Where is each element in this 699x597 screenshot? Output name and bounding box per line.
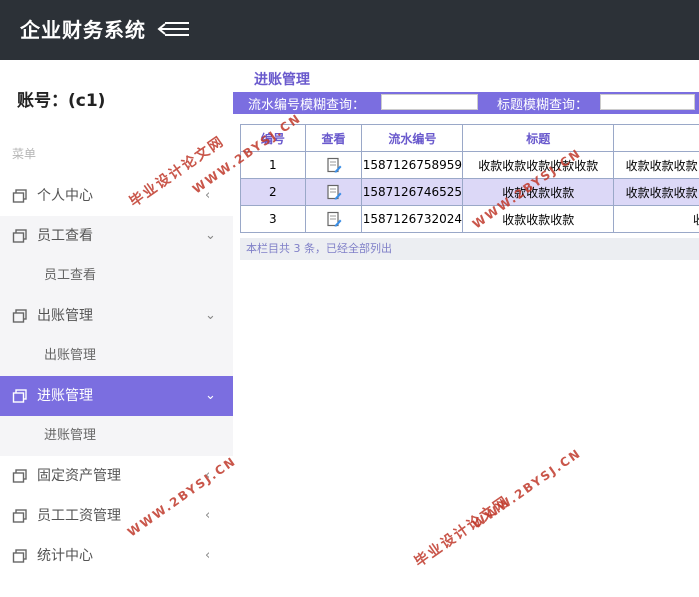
window-icon — [12, 189, 27, 203]
view-cell — [304, 178, 363, 206]
account-label: 账号：(c1) — [17, 91, 106, 111]
table-row[interactable]: 2 1587126746525 收款收款收款 收款收款收款 — [240, 178, 699, 206]
column-header: 查看 — [304, 124, 363, 152]
window-icon — [12, 509, 27, 523]
window-icon — [12, 469, 27, 483]
chevron-down-icon: ⌄ — [205, 388, 216, 403]
column-header: 标题 — [462, 124, 615, 152]
menu-heading: 菜单 — [12, 147, 37, 161]
search-bar: 流水编号模糊查询： 标题模糊查询： — [233, 92, 699, 114]
app-title: 企业财务系统 — [20, 18, 146, 42]
serial-search-input[interactable] — [381, 94, 478, 110]
table-header-row: 编号 查看 流水编号 标题 — [240, 124, 699, 152]
menu-toggle-icon[interactable] — [157, 18, 191, 40]
chevron-left-icon: ‹ — [205, 508, 211, 523]
row-number: 2 — [240, 178, 306, 206]
extra-cell: 收 — [613, 205, 699, 233]
window-icon — [12, 229, 27, 243]
window-icon — [12, 549, 27, 563]
chevron-left-icon: ‹ — [205, 548, 211, 563]
sidebar-item-statistics[interactable]: 统计中心 ‹ — [0, 536, 233, 576]
sidebar-item-label: 固定资产管理 — [37, 468, 121, 484]
top-bar: 企业财务系统 — [0, 0, 699, 60]
column-header — [613, 124, 699, 152]
edit-document-icon[interactable] — [326, 211, 342, 227]
sidebar-subitem-incoming[interactable]: 进账管理 — [0, 416, 233, 456]
sidebar-subitem-label: 进账管理 — [44, 428, 97, 443]
sidebar-subitem-label: 出账管理 — [44, 348, 97, 363]
title-search-input[interactable] — [600, 94, 695, 110]
sidebar-item-label: 出账管理 — [37, 308, 93, 324]
extra-cell: 收款收款收款 — [613, 178, 699, 206]
sidebar-item-employee-view[interactable]: 员工查看 ⌄ — [0, 216, 233, 256]
table-row[interactable]: 1 1587126758959 收款收款收款收款收款 收款收款收款 — [240, 151, 699, 179]
view-cell — [304, 205, 363, 233]
sidebar-item-label: 进账管理 — [37, 388, 93, 404]
sidebar-item-label: 个人中心 — [37, 188, 93, 204]
column-header: 流水编号 — [361, 124, 464, 152]
serial-cell: 1587126758959 — [361, 151, 464, 179]
title-search-label: 标题模糊查询： — [497, 98, 589, 113]
sidebar-subitem-employee-view[interactable]: 员工查看 — [0, 256, 233, 296]
sidebar-item-label: 统计中心 — [37, 548, 93, 564]
serial-search-label: 流水编号模糊查询： — [248, 98, 366, 113]
chevron-down-icon: ⌄ — [205, 228, 216, 243]
serial-cell: 1587126732024 — [361, 205, 464, 233]
sidebar-item-label: 员工查看 — [37, 228, 93, 244]
window-icon — [12, 389, 27, 403]
sidebar-item-outgoing[interactable]: 出账管理 ⌄ — [0, 296, 233, 336]
window-icon — [12, 309, 27, 323]
panel-title: 进账管理 — [254, 72, 310, 88]
edit-document-icon[interactable] — [326, 157, 342, 173]
view-cell — [304, 151, 363, 179]
sidebar: 账号：(c1) 菜单 个人中心 ‹ 员工查看 ⌄ 员工查看 出账管理 ⌄ 出账管… — [0, 60, 233, 597]
edit-document-icon[interactable] — [326, 184, 342, 200]
table-footer-note: 本栏目共 3 条，已经全部列出 — [240, 238, 699, 260]
sidebar-subitem-outgoing[interactable]: 出账管理 — [0, 336, 233, 376]
row-number: 3 — [240, 205, 306, 233]
sidebar-subitem-label: 员工查看 — [44, 268, 97, 283]
chevron-down-icon: ⌄ — [205, 308, 216, 323]
sidebar-item-label: 员工工资管理 — [37, 508, 121, 524]
sidebar-item-incoming[interactable]: 进账管理 ⌄ — [0, 376, 233, 416]
sidebar-item-salary[interactable]: 员工工资管理 ‹ — [0, 496, 233, 536]
serial-cell: 1587126746525 — [361, 178, 464, 206]
extra-cell: 收款收款收款 — [613, 151, 699, 179]
